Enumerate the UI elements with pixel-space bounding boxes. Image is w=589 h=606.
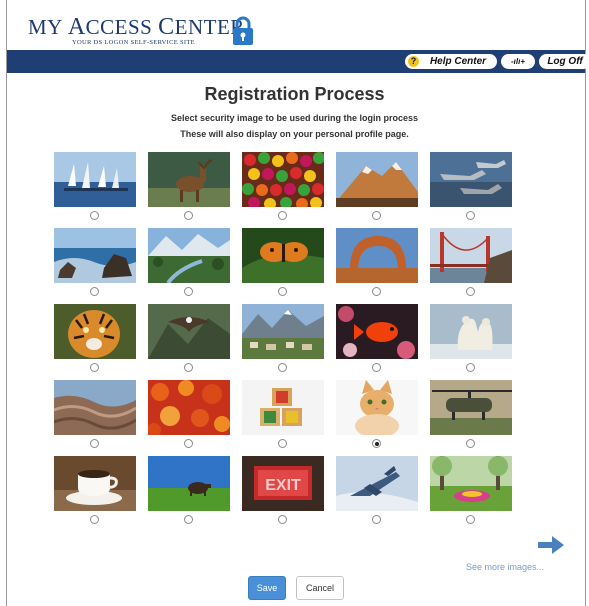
image-option-polar-bears[interactable] bbox=[430, 304, 512, 376]
top-navbar: ? Help Center -ılı+ Log Off bbox=[7, 50, 589, 73]
cow-field-image[interactable] bbox=[148, 456, 230, 511]
valley-image[interactable] bbox=[148, 228, 230, 283]
image-option-candy[interactable] bbox=[242, 152, 324, 224]
radio-exit-sign[interactable] bbox=[278, 515, 287, 524]
fish-image[interactable] bbox=[336, 304, 418, 359]
save-button[interactable]: Save bbox=[248, 576, 286, 600]
fighter-jet-image[interactable] bbox=[336, 456, 418, 511]
radio-abc-blocks[interactable] bbox=[278, 439, 287, 448]
radio-rock-arch[interactable] bbox=[372, 287, 381, 296]
instruction-line-1: Select security image to be used during … bbox=[170, 113, 419, 123]
image-option-cow-field[interactable] bbox=[148, 456, 230, 528]
image-option-garden[interactable] bbox=[430, 456, 512, 528]
deer-image[interactable] bbox=[148, 152, 230, 207]
see-more-images-link[interactable]: See more images... bbox=[466, 536, 576, 576]
eagle-image[interactable] bbox=[148, 304, 230, 359]
image-option-fighter-jet[interactable] bbox=[336, 456, 418, 528]
radio-ocean-rocks[interactable] bbox=[90, 287, 99, 296]
instruction-line-2: These will also display on your personal… bbox=[180, 129, 409, 139]
image-option-kitten[interactable] bbox=[336, 380, 418, 452]
image-option-abc-blocks[interactable] bbox=[242, 380, 324, 452]
radio-sailboats[interactable] bbox=[90, 211, 99, 220]
image-option-ocean-rocks[interactable] bbox=[54, 228, 136, 300]
polar-bears-image[interactable] bbox=[430, 304, 512, 359]
garden-image[interactable] bbox=[430, 456, 512, 511]
radio-mountain[interactable] bbox=[372, 211, 381, 220]
image-option-sailboats[interactable] bbox=[54, 152, 136, 224]
coffee-cup-image[interactable] bbox=[54, 456, 136, 511]
arrow-right-icon bbox=[538, 536, 564, 554]
image-option-fish[interactable] bbox=[336, 304, 418, 376]
radio-bridge[interactable] bbox=[466, 287, 475, 296]
radio-eagle[interactable] bbox=[184, 363, 193, 372]
mountain-image[interactable] bbox=[336, 152, 418, 207]
radio-jets[interactable] bbox=[466, 211, 475, 220]
radio-candy[interactable] bbox=[278, 211, 287, 220]
candy-image[interactable] bbox=[242, 152, 324, 207]
butterfly-image[interactable] bbox=[242, 228, 324, 283]
image-option-helicopter[interactable] bbox=[430, 380, 512, 452]
radio-valley[interactable] bbox=[184, 287, 193, 296]
image-option-desert-canyon[interactable] bbox=[54, 380, 136, 452]
cancel-button[interactable]: Cancel bbox=[296, 576, 344, 600]
image-option-valley[interactable] bbox=[148, 228, 230, 300]
image-option-butterfly[interactable] bbox=[242, 228, 324, 300]
rock-arch-image[interactable] bbox=[336, 228, 418, 283]
image-option-coffee-cup[interactable] bbox=[54, 456, 136, 528]
image-option-town-mountains[interactable] bbox=[242, 304, 324, 376]
radio-polar-bears[interactable] bbox=[466, 363, 475, 372]
radio-fighter-jet[interactable] bbox=[372, 515, 381, 524]
lock-icon bbox=[233, 16, 253, 45]
town-mountains-image[interactable] bbox=[242, 304, 324, 359]
log-off-button[interactable]: Log Off bbox=[539, 54, 589, 69]
radio-tiger[interactable] bbox=[90, 363, 99, 372]
kitten-image[interactable] bbox=[336, 380, 418, 435]
help-center-button[interactable]: ? Help Center bbox=[405, 54, 497, 69]
radio-kitten[interactable] bbox=[372, 439, 381, 448]
image-option-bridge[interactable] bbox=[430, 228, 512, 300]
image-option-deer[interactable] bbox=[148, 152, 230, 224]
image-option-mountain[interactable] bbox=[336, 152, 418, 224]
radio-autumn-leaves[interactable] bbox=[184, 439, 193, 448]
radio-garden[interactable] bbox=[466, 515, 475, 524]
help-center-label: Help Center bbox=[429, 56, 487, 67]
site-logo[interactable]: MY ACCESS CENTER YOUR DS LOGON SELF-SERV… bbox=[6, 6, 306, 46]
abc-blocks-image[interactable] bbox=[242, 380, 324, 435]
image-option-tiger[interactable] bbox=[54, 304, 136, 376]
page-title: Registration Process bbox=[204, 84, 385, 104]
ocean-rocks-image[interactable] bbox=[54, 228, 136, 283]
svg-text:EXIT: EXIT bbox=[265, 477, 301, 494]
radio-helicopter[interactable] bbox=[466, 439, 475, 448]
image-option-exit-sign[interactable]: EXIT bbox=[242, 456, 324, 528]
image-option-rock-arch[interactable] bbox=[336, 228, 418, 300]
logo-title: MY ACCESS CENTER bbox=[28, 14, 245, 40]
logo-subtitle: YOUR DS LOGON SELF-SERVICE SITE bbox=[72, 39, 195, 46]
radio-butterfly[interactable] bbox=[278, 287, 287, 296]
bridge-image[interactable] bbox=[430, 228, 512, 283]
helicopter-image[interactable] bbox=[430, 380, 512, 435]
radio-coffee-cup[interactable] bbox=[90, 515, 99, 524]
desert-canyon-image[interactable] bbox=[54, 380, 136, 435]
question-icon: ? bbox=[408, 56, 419, 67]
radio-desert-canyon[interactable] bbox=[90, 439, 99, 448]
image-option-jets[interactable] bbox=[430, 152, 512, 224]
radio-cow-field[interactable] bbox=[184, 515, 193, 524]
tiger-image[interactable] bbox=[54, 304, 136, 359]
image-option-autumn-leaves[interactable] bbox=[148, 380, 230, 452]
accessibility-button[interactable]: -ılı+ bbox=[501, 54, 535, 69]
jets-image[interactable] bbox=[430, 152, 512, 207]
radio-fish[interactable] bbox=[372, 363, 381, 372]
image-option-eagle[interactable] bbox=[148, 304, 230, 376]
radio-town-mountains[interactable] bbox=[278, 363, 287, 372]
sailboats-image[interactable] bbox=[54, 152, 136, 207]
exit-sign-image[interactable]: EXIT bbox=[242, 456, 324, 511]
autumn-leaves-image[interactable] bbox=[148, 380, 230, 435]
radio-deer[interactable] bbox=[184, 211, 193, 220]
see-more-images-label: See more images... bbox=[466, 562, 545, 572]
